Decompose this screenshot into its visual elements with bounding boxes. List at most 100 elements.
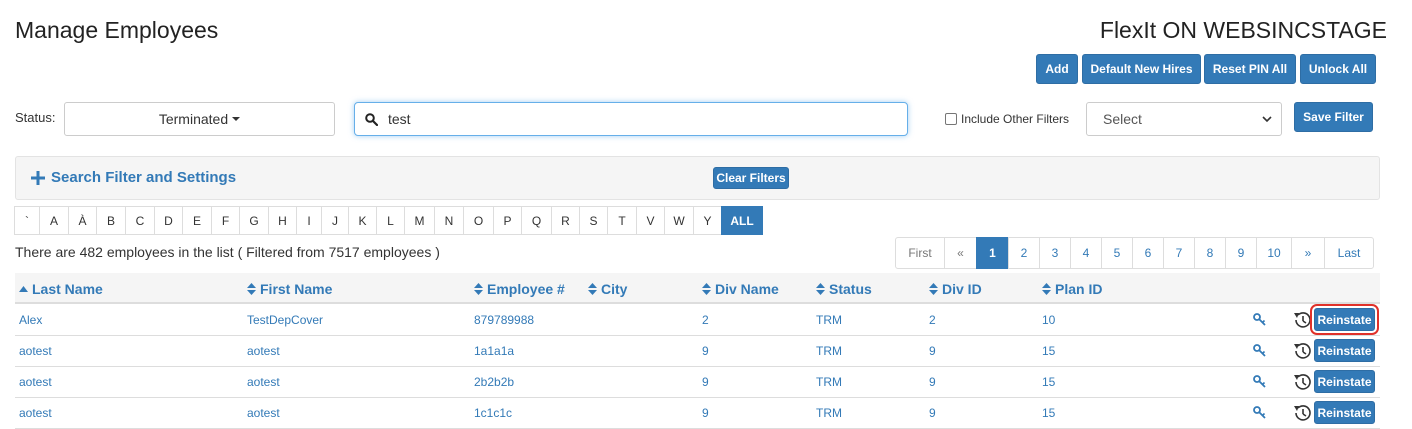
save-filter-button[interactable]: Save Filter	[1294, 102, 1373, 132]
alpha-letter[interactable]: I	[296, 206, 322, 235]
key-icon[interactable]	[1253, 313, 1267, 332]
cell-employee-no[interactable]: 1c1c1c	[474, 406, 512, 420]
cell-div-id[interactable]: 9	[929, 406, 936, 420]
column-header[interactable]: Employee #	[474, 281, 565, 297]
reinstate-button[interactable]: Reinstate	[1310, 304, 1379, 335]
column-header[interactable]: Div Name	[702, 281, 779, 297]
alpha-letter[interactable]: R	[551, 206, 580, 235]
cell-first-name[interactable]: aotest	[247, 406, 280, 420]
search-field[interactable]	[354, 102, 908, 136]
column-header[interactable]: Last Name	[19, 281, 103, 297]
cell-div-name[interactable]: 9	[702, 375, 709, 389]
cell-plan-id[interactable]: 15	[1042, 344, 1055, 358]
cell-last-name[interactable]: Alex	[19, 313, 42, 327]
column-header[interactable]: Plan ID	[1042, 281, 1102, 297]
alpha-letter[interactable]: À	[68, 206, 97, 235]
cell-div-name[interactable]: 9	[702, 344, 709, 358]
alpha-letter[interactable]: Q	[521, 206, 552, 235]
alpha-letter[interactable]: F	[211, 206, 240, 235]
alpha-letter[interactable]: `	[14, 206, 40, 235]
cell-last-name[interactable]: aotest	[19, 406, 52, 420]
reinstate-button[interactable]: Reinstate	[1314, 339, 1375, 362]
history-icon[interactable]	[1292, 403, 1312, 428]
cell-plan-id[interactable]: 15	[1042, 375, 1055, 389]
history-icon[interactable]	[1292, 310, 1312, 335]
alpha-letter[interactable]: O	[463, 206, 494, 235]
page-link[interactable]: 1	[976, 237, 1009, 269]
alpha-letter[interactable]: T	[607, 206, 637, 235]
cell-first-name[interactable]: aotest	[247, 344, 280, 358]
page-link[interactable]: Last	[1324, 237, 1374, 269]
cell-plan-id[interactable]: 10	[1042, 313, 1055, 327]
alpha-letter[interactable]: N	[434, 206, 464, 235]
page-link[interactable]: 5	[1101, 237, 1133, 269]
page-link[interactable]: 8	[1194, 237, 1226, 269]
cell-status[interactable]: TRM	[816, 313, 842, 327]
cell-employee-no[interactable]: 1a1a1a	[474, 344, 514, 358]
alpha-letter[interactable]: H	[268, 206, 297, 235]
page-link[interactable]: 10	[1256, 237, 1292, 269]
include-other-filters-checkbox[interactable]	[945, 113, 957, 125]
reinstate-button[interactable]: Reinstate	[1314, 370, 1375, 393]
page-link[interactable]: 9	[1225, 237, 1257, 269]
cell-status[interactable]: TRM	[816, 375, 842, 389]
status-dropdown[interactable]: Terminated	[64, 102, 335, 136]
cell-div-id[interactable]: 9	[929, 344, 936, 358]
cell-plan-id[interactable]: 15	[1042, 406, 1055, 420]
default-new-hires-button[interactable]: Default New Hires	[1082, 54, 1201, 84]
alpha-letter[interactable]: ALL	[721, 206, 763, 235]
clear-filters-button[interactable]: Clear Filters	[713, 167, 789, 189]
alpha-letter[interactable]: B	[96, 206, 126, 235]
alpha-letter[interactable]: A	[39, 206, 69, 235]
column-header[interactable]: Status	[816, 281, 872, 297]
page-link[interactable]: 7	[1163, 237, 1195, 269]
page-link[interactable]: «	[944, 237, 977, 269]
add-button[interactable]: Add	[1036, 54, 1078, 84]
alpha-letter[interactable]: D	[154, 206, 183, 235]
column-header[interactable]: City	[588, 281, 627, 297]
column-header[interactable]: First Name	[247, 281, 332, 297]
cell-employee-no[interactable]: 2b2b2b	[474, 375, 514, 389]
page-link[interactable]: 3	[1039, 237, 1071, 269]
cell-div-name[interactable]: 2	[702, 313, 709, 327]
alpha-letter[interactable]: M	[404, 206, 435, 235]
key-icon[interactable]	[1253, 406, 1267, 425]
cell-div-name[interactable]: 9	[702, 406, 709, 420]
history-icon[interactable]	[1292, 372, 1312, 397]
column-header[interactable]: Div ID	[929, 281, 982, 297]
alpha-letter[interactable]: G	[239, 206, 269, 235]
include-other-filters[interactable]: Include Other Filters	[945, 112, 1069, 126]
cell-first-name[interactable]: TestDepCover	[247, 313, 323, 327]
reset-pin-all-button[interactable]: Reset PIN All	[1204, 54, 1296, 84]
search-input[interactable]	[386, 110, 886, 128]
saved-filter-select[interactable]: Select	[1086, 102, 1282, 136]
alpha-letter[interactable]: W	[664, 206, 694, 235]
key-icon[interactable]	[1253, 344, 1267, 363]
page-link[interactable]: »	[1291, 237, 1325, 269]
cell-status[interactable]: TRM	[816, 344, 842, 358]
reinstate-button[interactable]: Reinstate	[1314, 401, 1375, 424]
alpha-letter[interactable]: S	[579, 206, 608, 235]
alpha-letter[interactable]: J	[321, 206, 349, 235]
key-icon[interactable]	[1253, 375, 1267, 394]
search-filter-toggle[interactable]: Search Filter and Settings	[31, 169, 236, 186]
alpha-letter[interactable]: L	[376, 206, 405, 235]
unlock-all-button[interactable]: Unlock All	[1300, 54, 1376, 84]
page-link[interactable]: 2	[1008, 237, 1040, 269]
history-icon[interactable]	[1292, 341, 1312, 366]
cell-div-id[interactable]: 9	[929, 375, 936, 389]
cell-status[interactable]: TRM	[816, 406, 842, 420]
alpha-letter[interactable]: K	[348, 206, 377, 235]
alpha-letter[interactable]: Y	[693, 206, 722, 235]
alpha-letter[interactable]: V	[636, 206, 665, 235]
alpha-letter[interactable]: P	[493, 206, 522, 235]
page-link[interactable]: 4	[1070, 237, 1102, 269]
alpha-letter[interactable]: E	[182, 206, 212, 235]
page-link[interactable]: First	[895, 237, 945, 269]
cell-last-name[interactable]: aotest	[19, 375, 52, 389]
cell-first-name[interactable]: aotest	[247, 375, 280, 389]
page-link[interactable]: 6	[1132, 237, 1164, 269]
cell-employee-no[interactable]: 879789988	[474, 313, 534, 327]
cell-last-name[interactable]: aotest	[19, 344, 52, 358]
cell-div-id[interactable]: 2	[929, 313, 936, 327]
